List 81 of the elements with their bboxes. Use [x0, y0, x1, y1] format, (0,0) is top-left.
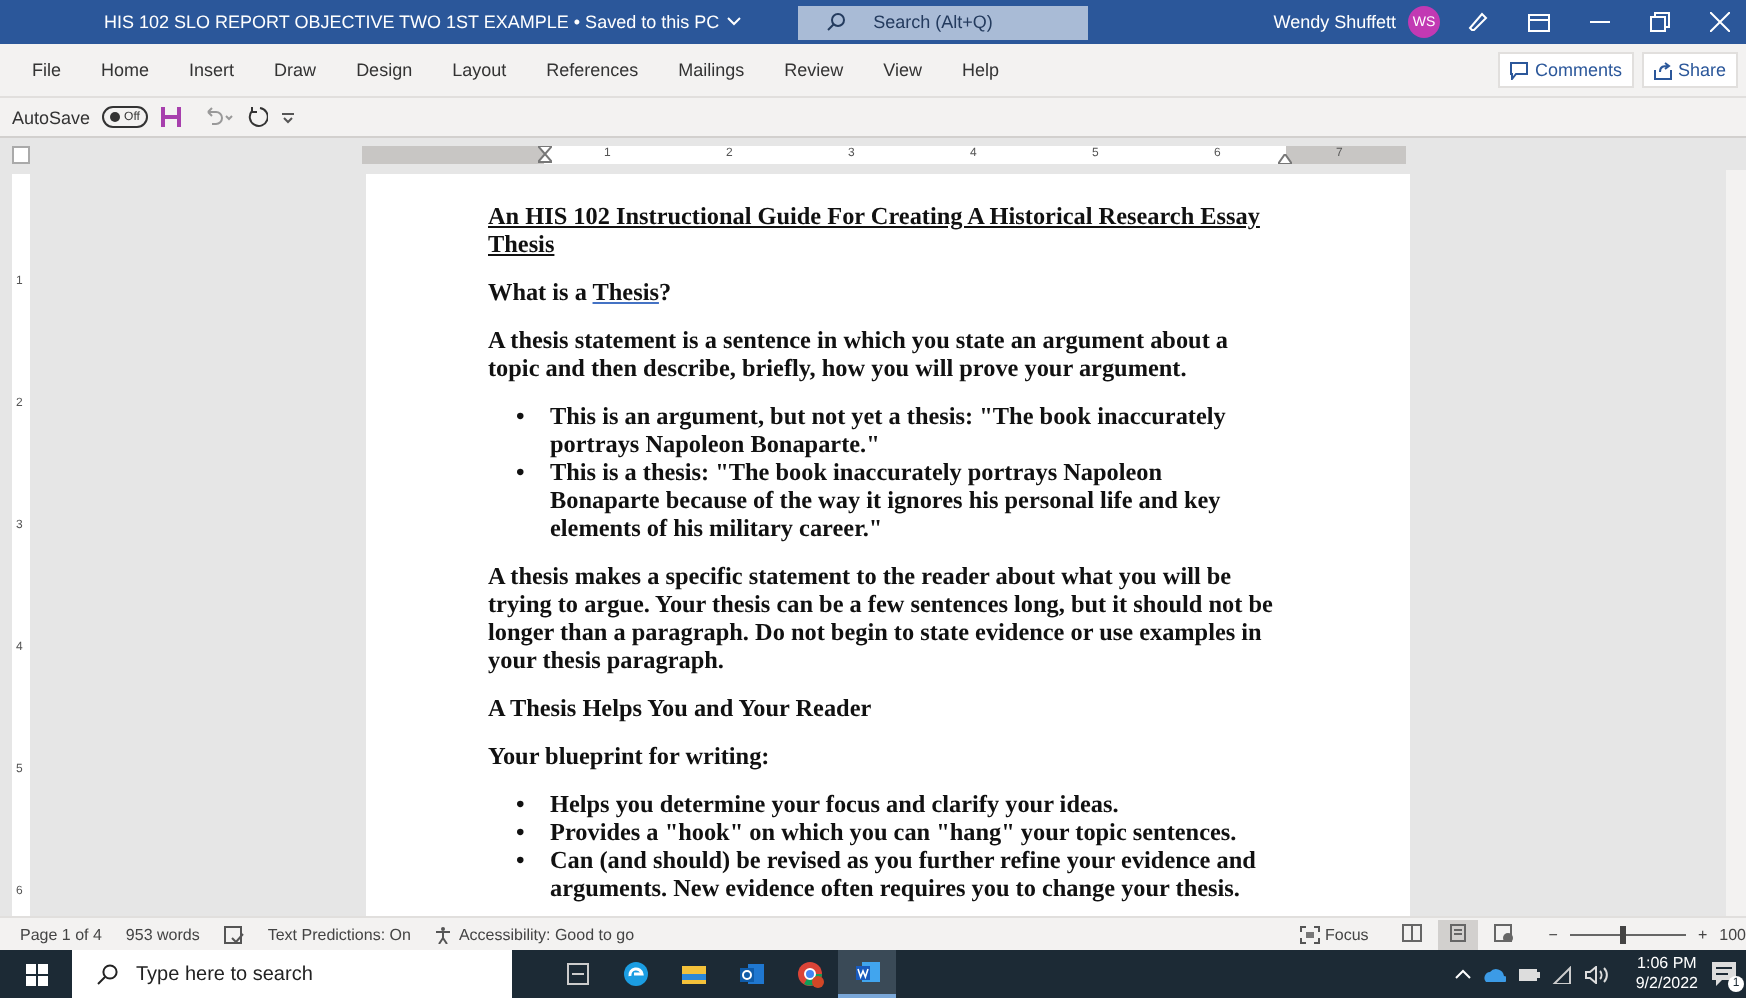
print-view-button[interactable]: [1438, 919, 1479, 949]
ribbon-tab[interactable]: Design: [336, 60, 433, 80]
ribbon-tab[interactable]: View: [863, 60, 943, 80]
window-title: HIS 102 SLO REPORT OBJECTIVE TWO 1ST EXAMPLE • Saved to this PC: [104, 12, 720, 32]
notification-icon: [1710, 960, 1738, 988]
comments-button[interactable]: Comments: [1498, 52, 1634, 88]
explorer-icon: [679, 960, 707, 988]
document-title: An HIS 102 Instructional Guide For Creating A Historical Research Essay Thesis: [488, 202, 1262, 258]
share-icon: [1653, 61, 1672, 79]
zoom-thumb[interactable]: [1620, 925, 1627, 943]
bullet-item: Provides a "hook" on which you can "hang" your topic sentences.: [550, 818, 1237, 846]
undo-icon[interactable]: [201, 106, 234, 128]
bullet-marker: •: [516, 818, 527, 846]
ruler-margin: [1286, 145, 1406, 163]
search-field[interactable]: Search (Alt+Q): [797, 5, 1088, 39]
paragraph: A Thesis Helps You and Your Reader: [488, 694, 874, 722]
share-button[interactable]: Share: [1641, 52, 1738, 88]
ribbon-tab[interactable]: Layout: [432, 60, 527, 80]
search-placeholder: Type here to search: [136, 963, 313, 985]
read-view-icon: [1402, 923, 1423, 941]
chevron-up-icon[interactable]: [1453, 965, 1472, 983]
focus-button[interactable]: Focus: [1325, 925, 1369, 943]
bullet-item: Helps you determine your focus and clarify your ideas.: [550, 790, 1119, 818]
right-indent-icon[interactable]: [1278, 153, 1292, 163]
bullet-item: This is a thesis: "The book inaccurately portrays Napoleon Bonaparte because of the way it ignores his personal life and key elements of his military career.": [550, 458, 1223, 542]
ribbon-tab[interactable]: References: [526, 60, 659, 80]
redo-icon[interactable]: [245, 106, 268, 128]
section-heading: What is a Thesis?: [488, 278, 674, 306]
ribbon-tab[interactable]: File: [12, 60, 82, 80]
zoom-out-button[interactable]: −: [1548, 925, 1558, 943]
ribbon-display-icon[interactable]: [1528, 13, 1550, 31]
wifi-icon[interactable]: [1551, 965, 1572, 983]
edge-icon: [621, 960, 649, 988]
bullet-item: Can (and should) be revised as you further refine your evidence and arguments. New evidence often requires you to change your thesis.: [550, 846, 1258, 902]
web-view-icon: [1494, 923, 1515, 941]
user-name: Wendy Shuffett: [1273, 12, 1396, 32]
paragraph: Your blueprint for writing:: [488, 742, 772, 770]
ribbon-tab[interactable]: Home: [81, 60, 170, 80]
bullet-marker: •: [516, 790, 527, 818]
volume-icon[interactable]: [1583, 965, 1608, 983]
search-icon: [96, 963, 118, 985]
outlook-icon: [737, 960, 765, 988]
pen-icon[interactable]: [1468, 12, 1488, 32]
restore-icon[interactable]: [1650, 12, 1670, 32]
text-predictions-status[interactable]: Text Predictions: On: [267, 925, 411, 943]
ribbon-tab[interactable]: Insert: [169, 60, 255, 80]
taskbar-clock[interactable]: 1:06 PM 9/2/2022: [1635, 954, 1698, 994]
taskbar-search-field[interactable]: Type here to search: [72, 950, 512, 998]
customize-icon[interactable]: [279, 109, 296, 125]
comment-icon: [1510, 61, 1529, 79]
autosave-label: AutoSave: [12, 107, 91, 127]
chevron-icon[interactable]: [725, 14, 742, 30]
accessibility-icon: [434, 925, 453, 943]
accessibility-status[interactable]: Accessibility: Good to go: [458, 925, 635, 943]
proofing-icon[interactable]: [223, 925, 244, 943]
bullet-marker: •: [516, 402, 527, 434]
taskview-icon: [563, 960, 591, 988]
close-icon[interactable]: [1710, 12, 1730, 32]
paragraph: A thesis makes a specific statement to the reader about what you will be trying to argue. Your thesis can be a few sentences long, but it should not be longer than a paragraph. Do not begin to state evidence or use examples in your thesis paragraph.: [488, 562, 1275, 674]
ribbon-tab[interactable]: Mailings: [658, 60, 765, 80]
search-placeholder: Search (Alt+Q): [873, 12, 993, 32]
battery-icon[interactable]: [1517, 966, 1540, 982]
ribbon-tab[interactable]: Draw: [254, 60, 337, 80]
paragraph: A thesis statement is a sentence in which you state an argument about a topic and then describe, briefly, how you will prove your argument.: [488, 326, 1231, 382]
search-icon: [825, 12, 846, 32]
word-icon: [853, 958, 881, 986]
print-view-icon: [1448, 923, 1469, 941]
bullet-item: This is an argument, but not yet a thesis: "The book inaccurately portrays Napoleon Bonaparte.": [550, 402, 1228, 458]
bullet-marker: •: [516, 458, 527, 490]
zoom-level[interactable]: 100: [1719, 925, 1746, 943]
windows-icon[interactable]: [25, 963, 47, 985]
indent-marker-icon[interactable]: [538, 145, 552, 163]
page-count[interactable]: Page 1 of 4: [20, 925, 102, 943]
word-count[interactable]: 953 words: [125, 925, 200, 943]
chrome-icon: [795, 960, 823, 988]
focus-icon: [1299, 925, 1319, 943]
zoom-in-button[interactable]: +: [1697, 925, 1708, 943]
ribbon-tab[interactable]: Review: [764, 60, 864, 80]
cloud-icon[interactable]: [1483, 967, 1506, 981]
bullet-marker: •: [516, 846, 527, 878]
ribbon-tab[interactable]: Help: [942, 60, 1020, 80]
